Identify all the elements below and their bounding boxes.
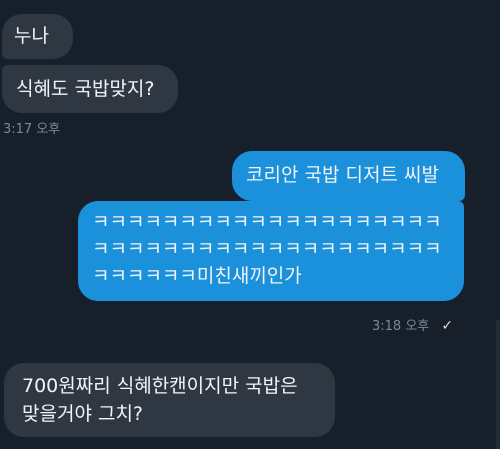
incoming-message[interactable]: 식혜도 국밥맞지? — [2, 65, 178, 113]
read-receipt-icon: ✓ — [441, 318, 454, 334]
message-timestamp: 3:17 오후 — [3, 122, 61, 137]
outgoing-message[interactable]: ㅋㅋㅋㅋㅋㅋㅋㅋㅋㅋㅋㅋㅋㅋㅋㅋㅋㅋㅋㅋ ㅋㅋㅋㅋㅋㅋㅋㅋㅋㅋㅋㅋㅋㅋㅋㅋㅋㅋㅋ… — [78, 201, 464, 301]
message-timestamp-row: 3:18 오후 ✓ — [372, 318, 453, 335]
chat-window: 누나 식혜도 국밥맞지? 3:17 오후 코리안 국밥 디저트 씨발 ㅋㅋㅋㅋㅋ… — [0, 0, 500, 449]
outgoing-message[interactable]: 코리안 국밥 디저트 씨발 — [232, 151, 465, 201]
scrollbar[interactable] — [496, 320, 500, 449]
incoming-message[interactable]: 700원짜리 식혜한캔이지만 국밥은 맞을거야 그치? — [4, 363, 335, 437]
incoming-message[interactable]: 누나 — [2, 14, 73, 59]
message-timestamp: 3:18 오후 — [372, 319, 430, 334]
